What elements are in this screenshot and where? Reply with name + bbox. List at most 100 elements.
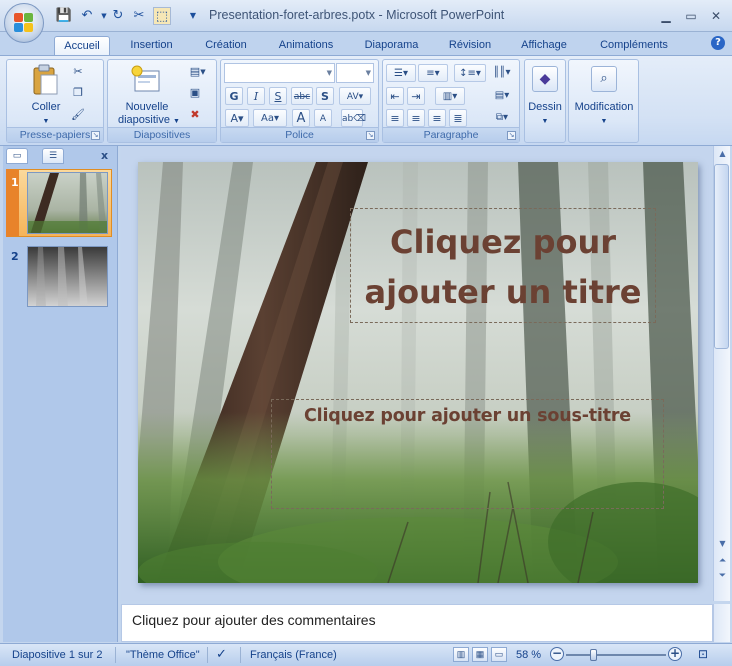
undo-icon[interactable]: ↶ <box>78 7 96 25</box>
new-slide-icon[interactable] <box>131 65 163 95</box>
close-panel-icon[interactable]: x <box>101 149 108 162</box>
character-spacing-icon[interactable]: AV▾ <box>339 87 371 105</box>
font-name-combo[interactable]: ▼ <box>224 63 335 83</box>
editing-dropdown-icon[interactable]: ▼ <box>569 115 639 128</box>
office-button[interactable] <box>4 3 44 43</box>
columns-icon[interactable]: ║║▾ <box>489 64 515 82</box>
underline-icon[interactable]: S <box>269 87 287 105</box>
align-text-icon[interactable]: ▤▾ <box>489 87 515 105</box>
notes-scrollbar[interactable] <box>713 604 730 642</box>
group-drawing[interactable]: ◆ Dessin ▼ <box>524 59 566 143</box>
zoom-out-icon[interactable]: − <box>550 647 564 661</box>
font-size-dropdown-icon[interactable]: ▼ <box>366 69 371 77</box>
help-icon[interactable]: ? <box>711 36 725 50</box>
bold-icon[interactable]: G <box>225 87 243 105</box>
vertical-scrollbar-thumb[interactable] <box>714 164 729 349</box>
tab-animations[interactable]: Animations <box>268 36 344 56</box>
fit-to-window-icon[interactable]: ⊡ <box>698 647 708 661</box>
font-color-icon[interactable]: A▾ <box>225 109 249 127</box>
increase-indent-icon[interactable]: ⇥ <box>407 87 425 105</box>
zoom-slider-track[interactable] <box>566 654 666 656</box>
layout-dropdown-icon[interactable]: ▼ <box>198 63 208 81</box>
align-right-icon[interactable]: ≡ <box>428 109 446 127</box>
spelling-check-icon[interactable]: ✓ <box>216 646 227 662</box>
italic-icon[interactable]: I <box>247 87 265 105</box>
cut-icon[interactable]: ✂ <box>69 63 87 81</box>
decrease-indent-icon[interactable]: ⇤ <box>386 87 404 105</box>
restore-icon[interactable]: ▭ <box>681 9 701 23</box>
redo-icon[interactable]: ↻ <box>109 7 127 25</box>
paragraph-launcher-icon[interactable]: ↘ <box>507 131 516 140</box>
notes-placeholder[interactable]: Cliquez pour ajouter des commentaires <box>132 612 376 628</box>
editing-label[interactable]: Modification <box>569 101 639 114</box>
normal-view-icon[interactable]: ▥ <box>453 647 469 662</box>
customize-qat-icon[interactable]: ▼ <box>184 7 202 25</box>
change-case-icon[interactable]: Aa▾ <box>253 109 287 127</box>
font-size-combo[interactable]: ▼ <box>336 63 374 83</box>
save-icon[interactable]: 💾 <box>55 7 73 25</box>
copy-icon[interactable]: ❐ <box>69 84 87 102</box>
numbering-icon[interactable]: ≡▾ <box>418 64 448 82</box>
slide-title-placeholder[interactable]: Cliquez pour ajouter un titre <box>350 208 656 323</box>
close-icon[interactable]: ✕ <box>706 9 726 23</box>
align-left-icon[interactable]: ≡ <box>386 109 404 127</box>
new-slide-label[interactable]: Nouvelle <box>114 101 180 114</box>
font-launcher-icon[interactable]: ↘ <box>366 131 375 140</box>
reset-slide-icon[interactable]: ▣ <box>186 84 204 102</box>
smartart-icon[interactable]: ⧉▾ <box>489 109 515 127</box>
group-clipboard: Coller ▼ ✂ ❐ 🖌 Presse-papiers ↘ <box>6 59 104 143</box>
format-painter-icon[interactable]: 🖌 <box>69 106 87 124</box>
slide-thumbnail-1[interactable] <box>27 172 108 234</box>
slideshow-view-icon[interactable]: ▭ <box>491 647 507 662</box>
slides-group-label: Diapositives <box>108 127 216 142</box>
previous-slide-icon[interactable]: ⏶ <box>715 554 730 568</box>
zoom-in-icon[interactable]: + <box>668 647 682 661</box>
binoculars-icon[interactable]: ⌕ <box>591 66 617 92</box>
font-name-dropdown-icon[interactable]: ▼ <box>327 69 332 77</box>
justify-icon[interactable]: ≣ <box>449 109 467 127</box>
strikethrough-icon[interactable]: abc <box>291 87 313 105</box>
minimize-icon[interactable]: ▁ <box>656 9 676 23</box>
slide-title-text: Cliquez pour ajouter un titre <box>365 217 642 317</box>
tab-revision[interactable]: Révision <box>439 36 501 56</box>
status-separator <box>240 647 241 663</box>
slide-sorter-view-icon[interactable]: ▦ <box>472 647 488 662</box>
scroll-down-icon[interactable]: ▼ <box>715 537 730 551</box>
line-spacing-icon[interactable]: ↕≡▾ <box>454 64 486 82</box>
new-slide-dropdown-icon[interactable]: ▼ <box>173 118 180 125</box>
quick-access-selected-tool-icon[interactable]: ⬚ <box>153 7 171 25</box>
paste-label[interactable]: Coller <box>19 101 73 114</box>
next-slide-icon[interactable]: ⏷ <box>715 569 730 583</box>
shadow-icon[interactable]: S <box>316 87 334 105</box>
zoom-level[interactable]: 58 % <box>516 649 541 661</box>
clipboard-launcher-icon[interactable]: ↘ <box>91 131 100 140</box>
bullets-icon[interactable]: ☰▾ <box>386 64 416 82</box>
group-editing[interactable]: ⌕ Modification ▼ <box>568 59 639 143</box>
slide-thumbnail-2[interactable] <box>27 246 108 307</box>
drawing-label[interactable]: Dessin <box>525 101 565 114</box>
language[interactable]: Français (France) <box>250 649 337 661</box>
paste-icon[interactable] <box>31 64 59 96</box>
zoom-slider-thumb[interactable] <box>589 649 597 661</box>
slide-subtitle-placeholder[interactable]: Cliquez pour ajouter un sous-titre <box>271 399 664 509</box>
drawing-dropdown-icon[interactable]: ▼ <box>525 115 565 128</box>
delete-slide-icon[interactable]: ✖ <box>186 106 204 124</box>
quick-access-tool-icon[interactable]: ✂ <box>130 7 148 25</box>
tab-complements[interactable]: Compléments <box>591 36 677 56</box>
drawing-icon[interactable]: ◆ <box>532 66 558 92</box>
tab-outline-icon[interactable]: ☰ <box>42 148 64 164</box>
align-center-icon[interactable]: ≡ <box>407 109 425 127</box>
tab-creation[interactable]: Création <box>195 36 257 56</box>
tab-slides-icon[interactable]: ▭ <box>6 148 28 164</box>
shrink-font-icon[interactable]: A <box>314 109 332 127</box>
new-slide-label-2[interactable]: diapositive ▼ <box>112 114 186 128</box>
tab-insertion[interactable]: Insertion <box>120 36 183 56</box>
grow-font-icon[interactable]: A <box>292 109 310 127</box>
ribbon-tabs: Accueil Insertion Création Animations Di… <box>0 32 732 56</box>
tab-diaporama[interactable]: Diaporama <box>355 36 428 56</box>
text-direction-icon[interactable]: ▥▾ <box>435 87 465 105</box>
scroll-up-icon[interactable]: ▲ <box>715 147 730 161</box>
clear-formatting-icon[interactable]: ab⌫ <box>341 109 366 127</box>
tab-accueil[interactable]: Accueil <box>54 36 110 56</box>
tab-affichage[interactable]: Affichage <box>512 36 576 56</box>
